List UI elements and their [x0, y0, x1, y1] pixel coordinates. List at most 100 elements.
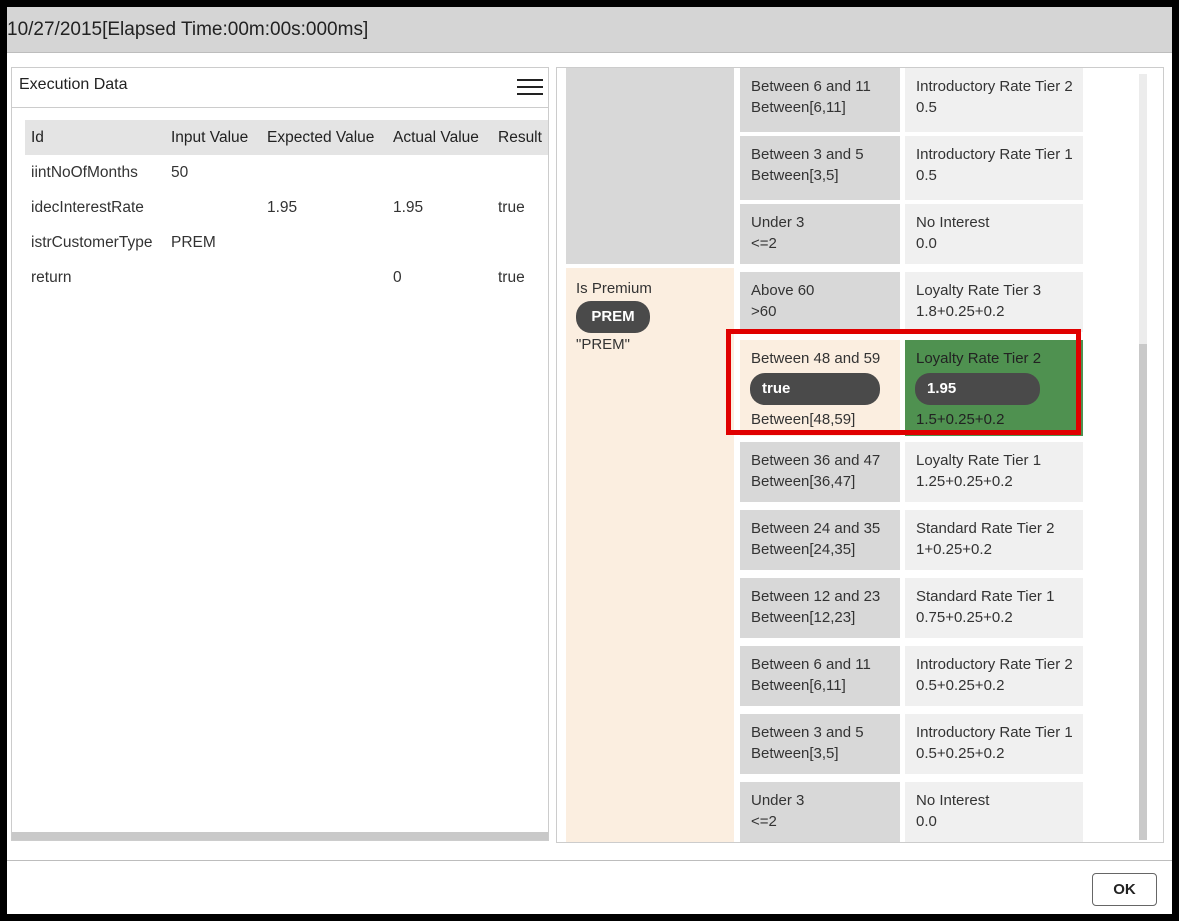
cell-input-value: [165, 260, 261, 295]
key-expression: Between[24,35]: [751, 541, 856, 558]
value-label: Loyalty Rate Tier 2: [916, 350, 1042, 367]
cell-expected-value: [261, 225, 387, 260]
cell-actual-value: 1.95: [393, 198, 424, 216]
value-cell[interactable]: Introductory Rate Tier 2 0.5+0.25+0.2: [905, 646, 1083, 706]
value-cell[interactable]: Introductory Rate Tier 1 0.5: [905, 136, 1083, 200]
value-label: Loyalty Rate Tier 3: [916, 282, 1042, 299]
horizontal-scrollbar[interactable]: [12, 832, 548, 840]
key-cell[interactable]: Above 60 >60: [740, 272, 900, 332]
key-expression: Between[6,11]: [751, 677, 846, 694]
value-cell[interactable]: No Interest 0.0: [905, 204, 1083, 264]
premium-condition-badge: PREM: [576, 301, 650, 333]
dialog-title: 10/27/2015[Elapsed Time:00m:00s:000ms]: [7, 19, 369, 40]
value-cell[interactable]: Loyalty Rate Tier 3 1.8+0.25+0.2: [905, 272, 1083, 332]
key-expression: >60: [751, 303, 777, 320]
cell-result: true: [498, 268, 525, 286]
table-row[interactable]: iintNoOfMonths 50: [25, 155, 548, 190]
value-expression: 0.75+0.25+0.2: [916, 609, 1013, 626]
key-label: Under 3: [751, 214, 805, 231]
key-cell[interactable]: Under 3 <=2: [740, 204, 900, 264]
key-cell[interactable]: Between 3 and 5 Between[3,5]: [740, 136, 900, 200]
cell-input-value: PREM: [171, 233, 216, 251]
key-expression: <=2: [751, 235, 777, 252]
value-label: No Interest: [916, 792, 990, 809]
key-cell[interactable]: Between 6 and 11 Between[6,11]: [740, 68, 900, 132]
key-expression: Between[12,23]: [751, 609, 856, 626]
value-label: Standard Rate Tier 1: [916, 588, 1055, 605]
cell-id: idecInterestRate: [31, 198, 144, 216]
key-cell[interactable]: Between 36 and 47 Between[36,47]: [740, 442, 900, 502]
premium-condition-value: "PREM": [576, 336, 630, 353]
key-label: Between 3 and 5: [751, 146, 864, 163]
condition-block-premium[interactable]: Is Premium PREM "PREM": [566, 268, 734, 842]
table-row[interactable]: idecInterestRate 1.95 1.95 true: [25, 190, 548, 225]
value-expression: 1.5+0.25+0.2: [916, 411, 1005, 428]
value-expression: 1.8+0.25+0.2: [916, 303, 1005, 320]
key-label: Above 60: [751, 282, 815, 299]
key-expression: Between[6,11]: [751, 99, 846, 116]
matched-value-cell[interactable]: Loyalty Rate Tier 2 1.95 1.5+0.25+0.2: [905, 340, 1083, 436]
value-label: Introductory Rate Tier 1: [916, 724, 1073, 741]
hamburger-menu-icon[interactable]: [517, 79, 543, 97]
premium-condition-label: Is Premium: [576, 280, 652, 297]
key-cell[interactable]: Between 24 and 35 Between[24,35]: [740, 510, 900, 570]
execution-data-title: Execution Data: [19, 76, 128, 93]
cell-id: return: [31, 268, 72, 286]
value-expression: 1.25+0.25+0.2: [916, 473, 1013, 490]
column-header-actual-value[interactable]: Actual Value: [387, 120, 492, 155]
value-label: Introductory Rate Tier 2: [916, 656, 1073, 673]
column-header-input-value[interactable]: Input Value: [165, 120, 261, 155]
cell-actual-value: [387, 155, 492, 190]
value-expression: 0.5+0.25+0.2: [916, 745, 1005, 762]
key-label: Between 24 and 35: [751, 520, 881, 537]
condition-result-badge: true: [750, 373, 880, 405]
ok-button[interactable]: OK: [1092, 873, 1157, 906]
value-expression: 0.0: [916, 235, 937, 252]
value-cell[interactable]: Standard Rate Tier 2 1+0.25+0.2: [905, 510, 1083, 570]
key-label: Between 3 and 5: [751, 724, 864, 741]
key-label: Between 6 and 11: [751, 78, 871, 95]
value-expression: 0.5+0.25+0.2: [916, 677, 1005, 694]
table-row[interactable]: istrCustomerType PREM: [25, 225, 548, 260]
key-cell[interactable]: Between 12 and 23 Between[12,23]: [740, 578, 900, 638]
value-expression: 0.5: [916, 99, 937, 116]
execution-data-header: Execution Data: [12, 68, 548, 108]
cell-result: [492, 155, 548, 190]
key-expression: Between[48,59]: [751, 411, 856, 428]
table-header-row: Id Input Value Expected Value Actual Val…: [25, 120, 548, 155]
cell-actual-value: 0: [393, 268, 402, 286]
key-expression: Between[36,47]: [751, 473, 856, 490]
cell-result: true: [498, 198, 525, 216]
cell-input-value: 50: [171, 163, 189, 181]
column-header-expected-value[interactable]: Expected Value: [261, 120, 387, 155]
value-cell[interactable]: No Interest 0.0: [905, 782, 1083, 842]
key-expression: Between[3,5]: [751, 745, 839, 762]
result-value-badge: 1.95: [915, 373, 1040, 405]
key-cell[interactable]: Between 6 and 11 Between[6,11]: [740, 646, 900, 706]
key-label: Between 48 and 59: [751, 350, 881, 367]
key-expression: <=2: [751, 813, 777, 830]
decision-table-panel: Is Premium PREM "PREM" Between 6 and 11 …: [556, 67, 1164, 843]
cell-expected-value: [261, 260, 387, 295]
value-cell[interactable]: Introductory Rate Tier 2 0.5: [905, 68, 1083, 132]
value-label: Standard Rate Tier 2: [916, 520, 1055, 537]
key-label: Under 3: [751, 792, 805, 809]
execution-data-table: Id Input Value Expected Value Actual Val…: [25, 120, 548, 295]
cell-input-value: [165, 190, 261, 225]
column-header-result[interactable]: Result: [492, 120, 548, 155]
table-row[interactable]: return 0 true: [25, 260, 548, 295]
cell-expected-value: [261, 155, 387, 190]
key-cell[interactable]: Between 3 and 5 Between[3,5]: [740, 714, 900, 774]
value-cell[interactable]: Standard Rate Tier 1 0.75+0.25+0.2: [905, 578, 1083, 638]
value-cell[interactable]: Loyalty Rate Tier 1 1.25+0.25+0.2: [905, 442, 1083, 502]
key-expression: Between[3,5]: [751, 167, 839, 184]
execution-dialog: 10/27/2015[Elapsed Time:00m:00s:000ms] E…: [7, 7, 1172, 914]
cell-result: [492, 225, 548, 260]
matched-key-cell[interactable]: Between 48 and 59 true Between[48,59]: [740, 340, 900, 436]
vertical-scrollbar-thumb[interactable]: [1139, 344, 1147, 840]
key-cell[interactable]: Under 3 <=2: [740, 782, 900, 842]
value-label: Introductory Rate Tier 2: [916, 78, 1073, 95]
key-label: Between 12 and 23: [751, 588, 881, 605]
column-header-id[interactable]: Id: [25, 120, 165, 155]
value-cell[interactable]: Introductory Rate Tier 1 0.5+0.25+0.2: [905, 714, 1083, 774]
